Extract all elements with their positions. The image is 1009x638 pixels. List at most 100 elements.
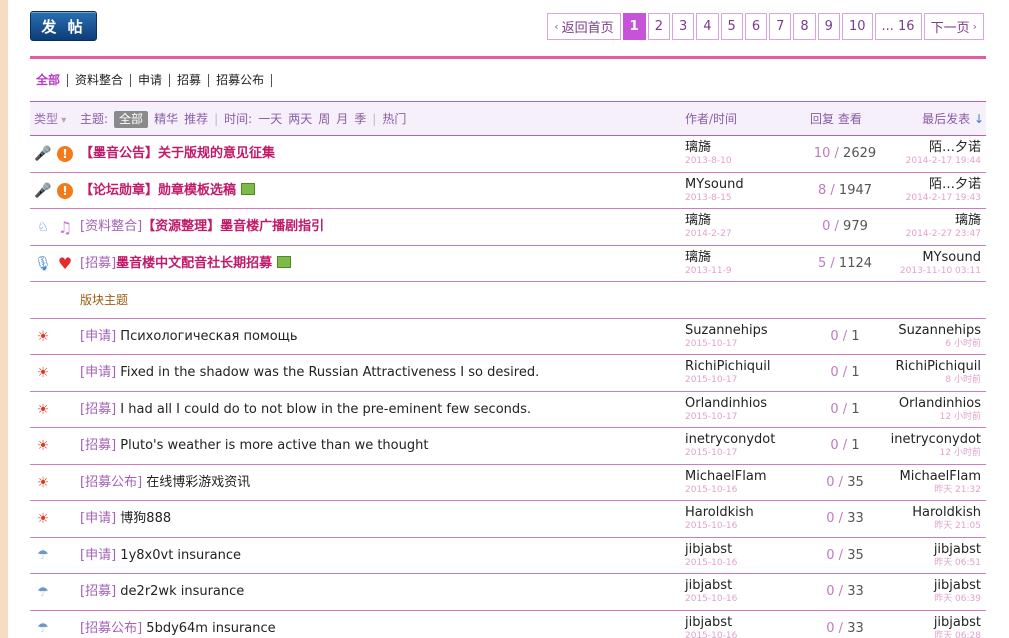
last-post-time[interactable]: 8 小时前 [895,374,981,386]
thread-prefix[interactable]: [申请] [80,511,116,526]
last-post-header[interactable]: 最后发表 [922,102,984,136]
tab-all[interactable]: 全部 [36,73,69,87]
table-row[interactable]: ☀ [申请] Fixed in the shadow was the Russi… [30,355,986,392]
author-name[interactable]: 璃旖 [685,140,732,155]
thread-title-text[interactable]: 【墨音公告】关于版规的意见征集 [80,146,275,161]
last-post-time[interactable]: 2014-2-17 19:43 [906,192,981,204]
table-row[interactable]: ☀ [申请] Психологическая помощь Suzannehip… [30,319,986,355]
thread-prefix[interactable]: [招募] [80,584,116,599]
next-page-button[interactable]: 下一页 › [923,13,984,40]
tab-apply[interactable]: 申请 [131,73,171,87]
last-poster[interactable]: 陌…夕诺 [906,140,981,155]
page-4[interactable]: 4 [696,13,719,40]
author-name[interactable]: MichaelFlam [685,469,767,484]
table-row[interactable]: ☂ [招募公布] 5bdy64m insurance jibjabst 2015… [30,611,986,638]
thread-title-text[interactable]: 5bdy64m insurance [146,621,275,636]
thread-title[interactable]: [招募] I had all I could do to not blow in… [80,392,531,428]
page-9[interactable]: 9 [817,13,840,40]
thread-title-text[interactable]: I had all I could do to not blow in the … [120,402,531,417]
thread-title-text[interactable]: 在线博彩游戏资讯 [146,475,250,490]
author-name[interactable]: RichiPichiquil [685,359,771,374]
page-5[interactable]: 5 [720,13,743,40]
thread-title-text[interactable]: Fixed in the shadow was the Russian Attr… [120,365,539,380]
page-7[interactable]: 7 [769,13,792,40]
last-post-time[interactable]: 12 小时前 [891,447,981,459]
page-8[interactable]: 8 [793,13,816,40]
table-row[interactable]: 🎤 ! 【论坛勋章】勋章模板选稿 MYsound 2013-8-15 8 / 1… [30,173,986,209]
table-row[interactable]: ☀ [招募公布] 在线博彩游戏资讯 MichaelFlam 2015-10-16… [30,465,986,501]
thread-title[interactable]: [申请] Психологическая помощь [80,319,298,355]
last-post-time[interactable]: 2013-11-10 03:11 [900,265,981,277]
page-10[interactable]: 10 [841,13,873,40]
first-page-button[interactable]: ‹ 返回首页 [547,13,621,40]
last-poster[interactable]: 璃旖 [906,213,981,228]
thread-prefix[interactable]: [招募] [80,256,116,271]
thread-title[interactable]: [资料整合]【资源整理】墨音楼广播剧指引 [80,209,324,245]
last-post-time[interactable]: 昨天 06:28 [934,630,981,638]
thread-title[interactable]: 【墨音公告】关于版规的意见征集 [80,136,275,172]
last-post-time[interactable]: 昨天 21:05 [912,520,981,532]
filter-one-day[interactable]: 一天 [258,102,282,136]
table-row[interactable]: ♘ ♫ [资料整合]【资源整理】墨音楼广播剧指引 璃旖 2014-2-27 0 … [30,209,986,246]
table-row[interactable]: ☀ [招募] Pluto's weather is more active th… [30,428,986,465]
last-poster[interactable]: MYsound [900,250,981,265]
thread-title-text[interactable]: Pluto's weather is more active than we t… [120,438,428,453]
thread-title[interactable]: 【论坛勋章】勋章模板选稿 [80,173,256,209]
page-2[interactable]: 2 [647,13,670,40]
page-3[interactable]: 3 [671,13,695,40]
last-post-time[interactable]: 2014-2-17 19:44 [906,155,981,167]
author-name[interactable]: MYsound [685,177,744,192]
thread-title[interactable]: [申请] 1y8x0vt insurance [80,538,241,574]
author-name[interactable]: Suzannehips [685,323,768,338]
thread-title[interactable]: [招募] de2r2wk insurance [80,574,244,610]
thread-title-text[interactable]: 墨音楼中文配音社长期招募 [116,256,272,271]
last-poster[interactable]: RichiPichiquil [895,359,981,374]
page-6[interactable]: 6 [744,13,768,40]
thread-prefix[interactable]: [申请] [80,329,116,344]
thread-prefix[interactable]: [招募公布] [80,621,142,636]
last-poster[interactable]: jibjabst [934,542,981,557]
author-name[interactable]: jibjabst [685,615,737,630]
filter-recommend[interactable]: 推荐 [184,102,208,136]
replies-header[interactable]: 回复 查看 [810,102,862,136]
thread-title-text[interactable]: 【论坛勋章】勋章模板选稿 [80,183,236,198]
filter-all[interactable]: 全部 [114,110,149,128]
thread-prefix[interactable]: [申请] [80,365,116,380]
author-name[interactable]: jibjabst [685,542,737,557]
last-poster[interactable]: inetryconydot [891,432,981,447]
tab-recruit[interactable]: 招募 [170,73,210,87]
filter-quarter[interactable]: 季 [354,102,366,136]
last-poster[interactable]: Suzannehips [898,323,981,338]
last-page-button[interactable]: ... 16 [874,13,922,40]
type-filter[interactable]: 类型 [34,102,66,138]
last-poster[interactable]: MichaelFlam [899,469,981,484]
thread-prefix[interactable]: [申请] [80,548,116,563]
filter-month[interactable]: 月 [336,102,348,136]
thread-title[interactable]: [申请] 博狗888 [80,501,171,537]
filter-two-days[interactable]: 两天 [288,102,312,136]
thread-title-text[interactable]: Психологическая помощь [120,329,297,344]
author-name[interactable]: 璃旖 [685,250,732,265]
last-post-time[interactable]: 12 小时前 [899,411,981,423]
author-name[interactable]: inetryconydot [685,432,775,447]
table-row[interactable]: 🎤 ! 【墨音公告】关于版规的意见征集 璃旖 2013-8-10 10 / 26… [30,136,986,173]
table-row[interactable]: ☀ [招募] I had all I could do to not blow … [30,392,986,428]
last-poster[interactable]: Orlandinhios [899,396,981,411]
thread-title[interactable]: [申请] Fixed in the shadow was the Russian… [80,355,539,391]
thread-title[interactable]: [招募公布] 在线博彩游戏资讯 [80,465,250,501]
tab-resources[interactable]: 资料整合 [68,73,132,87]
thread-title[interactable]: [招募] Pluto's weather is more active than… [80,428,428,464]
author-name[interactable]: Orlandinhios [685,396,767,411]
last-post-time[interactable]: 2014-2-27 23:47 [906,228,981,240]
filter-week[interactable]: 周 [318,102,330,136]
last-post-time[interactable]: 昨天 06:39 [934,593,981,605]
thread-title-text[interactable]: 博狗888 [120,511,171,526]
page-1[interactable]: 1 [622,13,646,40]
author-name[interactable]: Haroldkish [685,505,754,520]
author-name[interactable]: 璃旖 [685,213,732,228]
last-poster[interactable]: jibjabst [934,578,981,593]
last-post-time[interactable]: 昨天 21:32 [899,484,981,496]
table-row[interactable]: ☂ [申请] 1y8x0vt insurance jibjabst 2015-1… [30,538,986,574]
last-poster[interactable]: Haroldkish [912,505,981,520]
table-row[interactable]: ☂ [招募] de2r2wk insurance jibjabst 2015-1… [30,574,986,611]
